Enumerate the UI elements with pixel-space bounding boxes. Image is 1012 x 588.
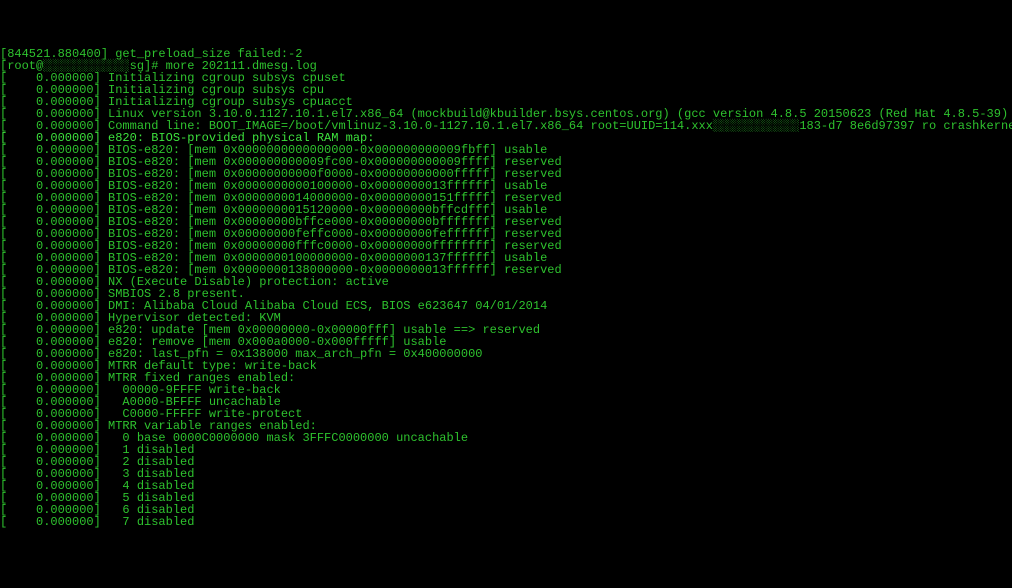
- log-line: [ 0.000000] 6 disabled: [0, 504, 1012, 516]
- log-line: [ 0.000000] 5 disabled: [0, 492, 1012, 504]
- terminal-output[interactable]: [844521.880400] get_preload_size failed:…: [0, 48, 1012, 528]
- log-line: [ 0.000000] 7 disabled: [0, 516, 1012, 528]
